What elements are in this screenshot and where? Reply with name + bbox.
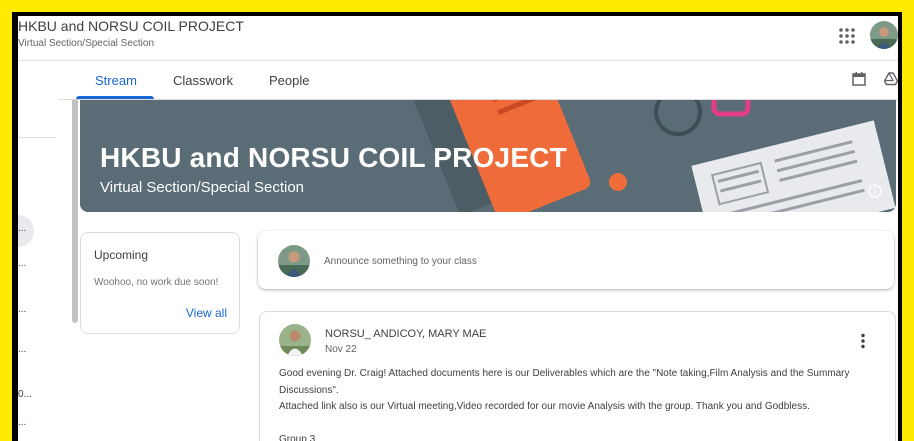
classroom-app: HKBU and NORSU COIL PROJECT Virtual Sect…: [18, 16, 898, 441]
sidebar-item-2[interactable]: ...: [18, 258, 26, 269]
calendar-icon[interactable]: [852, 72, 866, 86]
sidebar-item-3[interactable]: ...: [18, 304, 26, 315]
class-banner: HKBU and NORSU COIL PROJECT Virtual Sect…: [80, 100, 896, 212]
sidebar-item-5[interactable]: 0...: [18, 389, 32, 400]
class-section: Virtual Section/Special Section: [18, 38, 155, 49]
upcoming-title: Upcoming: [94, 248, 149, 262]
banner-subtitle: Virtual Section/Special Section: [100, 179, 305, 196]
post-date: Nov 22: [325, 344, 357, 355]
user-avatar: [278, 245, 310, 277]
post-body-line: Good evening Dr. Craig! Attached documen…: [279, 368, 850, 396]
post-author: NORSU_ ANDICOY, MARY MAE: [325, 328, 487, 340]
active-tab-indicator: [76, 96, 154, 99]
class-title[interactable]: HKBU and NORSU COIL PROJECT: [18, 18, 244, 34]
tab-stream[interactable]: Stream: [95, 73, 137, 88]
stream-post: NORSU_ ANDICOY, MARY MAE Nov 22 Good eve…: [259, 311, 896, 441]
announce-placeholder[interactable]: Announce something to your class: [324, 256, 477, 267]
sidebar-item-6[interactable]: ...: [18, 417, 26, 428]
user-avatar[interactable]: [870, 21, 898, 49]
post-body-line: Attached link also is our Virtual meetin…: [279, 401, 810, 412]
upcoming-card: Upcoming Woohoo, no work due soon! View …: [80, 232, 240, 334]
sidebar-item-4[interactable]: ...: [18, 344, 26, 355]
author-avatar: [279, 324, 311, 356]
view-all-link[interactable]: View all: [186, 306, 227, 320]
tab-people[interactable]: People: [269, 73, 309, 88]
sidebar: ... ... ... ... 0... ... ▲: [18, 61, 79, 441]
tab-classwork[interactable]: Classwork: [173, 73, 233, 88]
banner-title: HKBU and NORSU COIL PROJECT: [100, 142, 567, 173]
drive-icon[interactable]: [884, 72, 898, 86]
post-body-line: Group 3: [279, 433, 316, 441]
announce-box[interactable]: Announce something to your class: [258, 231, 894, 289]
info-icon[interactable]: [868, 184, 882, 198]
class-tabs: Stream Classwork People: [58, 61, 898, 100]
app-header: HKBU and NORSU COIL PROJECT Virtual Sect…: [18, 16, 898, 61]
post-body: Good evening Dr. Craig! Attached documen…: [279, 366, 879, 441]
sidebar-item-1[interactable]: ...: [18, 223, 26, 234]
more-vert-icon[interactable]: [860, 333, 866, 349]
upcoming-empty-text: Woohoo, no work due soon!: [94, 277, 219, 288]
scrollbar-thumb[interactable]: [72, 83, 78, 323]
apps-grid-icon[interactable]: [838, 27, 856, 45]
sidebar-scrollbar[interactable]: ▲: [44, 65, 79, 441]
